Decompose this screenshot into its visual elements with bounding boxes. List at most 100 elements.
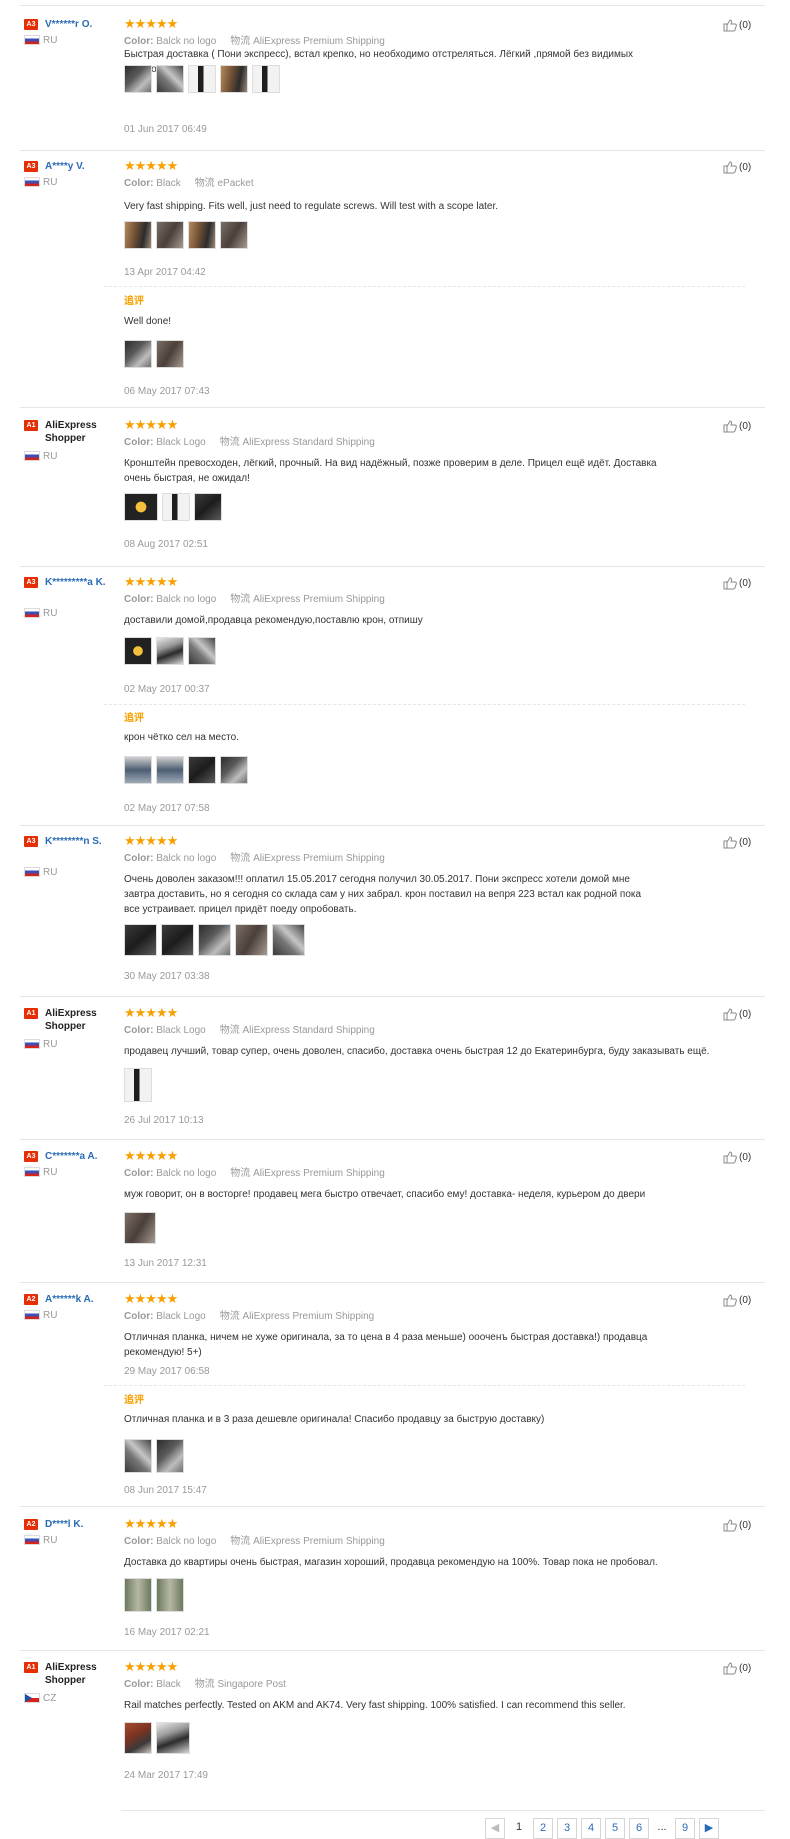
review-photo-thumbnail[interactable] [124, 221, 152, 249]
review-photo-thumbnail[interactable] [156, 1439, 184, 1473]
review-photo-thumbnail[interactable] [156, 1578, 184, 1612]
thumbs-up-icon[interactable] [723, 835, 737, 849]
review-photo-thumbnail[interactable] [194, 493, 222, 521]
helpful-vote[interactable]: (0) [723, 1150, 765, 1164]
review-photo-thumbnail[interactable] [124, 65, 152, 93]
helpful-vote[interactable]: (0) [723, 835, 765, 849]
review-photo-thumbnail[interactable] [161, 924, 194, 956]
additional-photos [124, 340, 184, 370]
review-photo-thumbnail[interactable] [156, 1722, 190, 1754]
review-photo-thumbnail[interactable] [124, 924, 157, 956]
review-photo-thumbnail[interactable] [124, 1722, 152, 1754]
buyer-country: RU [43, 1535, 58, 1546]
review-text: доставили домой,продавца рекомендую,пост… [124, 615, 423, 626]
buyer-name[interactable]: K********n S. [45, 835, 120, 848]
review-photo-thumbnail[interactable] [124, 1068, 152, 1102]
review-photos [124, 1722, 190, 1754]
buyer-name[interactable]: AliExpress Shopper [45, 1661, 120, 1687]
review-photo-thumbnail[interactable] [156, 65, 184, 93]
append-divider [104, 704, 745, 705]
helpful-vote[interactable]: (0) [723, 1293, 765, 1307]
buyer-name[interactable]: AliExpress Shopper [45, 1007, 120, 1033]
review-photo-thumbnail[interactable] [188, 221, 216, 249]
helpful-vote[interactable]: (0) [723, 160, 765, 174]
review-photo-thumbnail[interactable] [235, 924, 268, 956]
helpful-vote[interactable]: (0) [723, 1518, 765, 1532]
shipping-label: 物流 [230, 36, 251, 47]
shipping-label: 物流 [194, 1679, 215, 1690]
star-rating: ★★★★★ [124, 158, 178, 173]
review-text: Очень доволен заказом!!! оплатил 15.05.2… [124, 874, 642, 915]
thumbs-up-icon[interactable] [723, 1518, 737, 1532]
review-photo-thumbnail[interactable] [188, 637, 216, 665]
buyer-name[interactable]: D****l K. [45, 1518, 120, 1531]
next-page-button[interactable]: ▶ [699, 1818, 719, 1839]
thumbs-up-icon[interactable] [723, 419, 737, 433]
color-label: Color: [124, 853, 154, 864]
buyer-level-badge: A3 [24, 19, 38, 30]
review-photo-thumbnail[interactable] [220, 221, 248, 249]
review-photo-thumbnail[interactable] [124, 637, 152, 665]
review-photo-thumbnail[interactable] [124, 1212, 156, 1244]
buyer-level-badge: A3 [24, 577, 38, 588]
thumbs-up-icon[interactable] [723, 576, 737, 590]
review-photo-thumbnail[interactable] [156, 340, 184, 368]
review-photo-thumbnail[interactable] [156, 756, 184, 784]
page-3-button[interactable]: 3 [557, 1818, 577, 1839]
page-2-button[interactable]: 2 [533, 1818, 553, 1839]
review-photos [124, 1578, 184, 1612]
page-4-button[interactable]: 4 [581, 1818, 601, 1839]
review-photo-thumbnail[interactable] [188, 756, 216, 784]
review-text: Кронштейн превосходен, лёгкий, прочный. … [124, 458, 657, 484]
page-9-button[interactable]: 9 [675, 1818, 695, 1839]
review-date: 01 Jun 2017 06:49 [124, 124, 207, 135]
helpful-vote[interactable]: (0) [723, 18, 765, 32]
review-photo-thumbnail[interactable] [220, 756, 248, 784]
review-photo-thumbnail[interactable] [220, 65, 248, 93]
color-label: Color: [124, 437, 154, 448]
thumbs-up-icon[interactable] [723, 1007, 737, 1021]
helpful-vote[interactable]: (0) [723, 1007, 765, 1021]
thumbs-up-icon[interactable] [723, 1293, 737, 1307]
review-photo-thumbnail[interactable] [252, 65, 280, 93]
star-rating: ★★★★★ [124, 417, 178, 432]
buyer-name[interactable]: C*******a A. [45, 1150, 120, 1163]
thumbs-up-icon[interactable] [723, 18, 737, 32]
buyer-name[interactable]: A****y V. [45, 160, 120, 173]
buyer-country: RU [43, 1167, 58, 1178]
buyer-name[interactable]: AliExpress Shopper [45, 419, 120, 445]
review-photo-thumbnail[interactable] [156, 637, 184, 665]
pagination-divider [121, 1810, 765, 1811]
page-1-current: 1 [509, 1818, 529, 1839]
review-photo-thumbnail[interactable] [124, 756, 152, 784]
buyer-name[interactable]: K*********a K. [45, 576, 120, 589]
page-6-button[interactable]: 6 [629, 1818, 649, 1839]
star-rating: ★★★★★ [124, 1291, 178, 1306]
helpful-vote[interactable]: (0) [723, 419, 765, 433]
thumbs-up-icon[interactable] [723, 1661, 737, 1675]
additional-feedback-date: 06 May 2017 07:43 [124, 386, 210, 397]
prev-page-button[interactable]: ◀ [485, 1818, 505, 1839]
buyer-name[interactable]: V******r O. [45, 18, 120, 31]
review-photo-thumbnail[interactable] [272, 924, 305, 956]
star-rating: ★★★★★ [124, 16, 178, 31]
review-photo-thumbnail[interactable] [162, 493, 190, 521]
review-photos [124, 221, 248, 251]
thumbs-up-icon[interactable] [723, 1150, 737, 1164]
color-label: Color: [124, 1536, 154, 1547]
review-photo-thumbnail[interactable] [124, 493, 158, 521]
shipping-label: 物流 [230, 594, 251, 605]
review-photo-thumbnail[interactable] [124, 1578, 152, 1612]
review-photo-thumbnail[interactable] [198, 924, 231, 956]
page-5-button[interactable]: 5 [605, 1818, 625, 1839]
thumbs-up-icon[interactable] [723, 160, 737, 174]
review-photo-thumbnail[interactable] [124, 340, 152, 368]
helpful-vote[interactable]: (0) [723, 1661, 765, 1675]
helpful-vote[interactable]: (0) [723, 576, 765, 590]
review-photo-thumbnail[interactable] [124, 1439, 152, 1473]
review-photo-thumbnail[interactable] [188, 65, 216, 93]
review-photo-thumbnail[interactable] [156, 221, 184, 249]
review-item: A1 AliExpress Shopper CZ ★★★★★ Color: Bl… [20, 1657, 765, 1792]
buyer-name[interactable]: A******k A. [45, 1293, 120, 1306]
shipping-label: 物流 [194, 178, 215, 189]
